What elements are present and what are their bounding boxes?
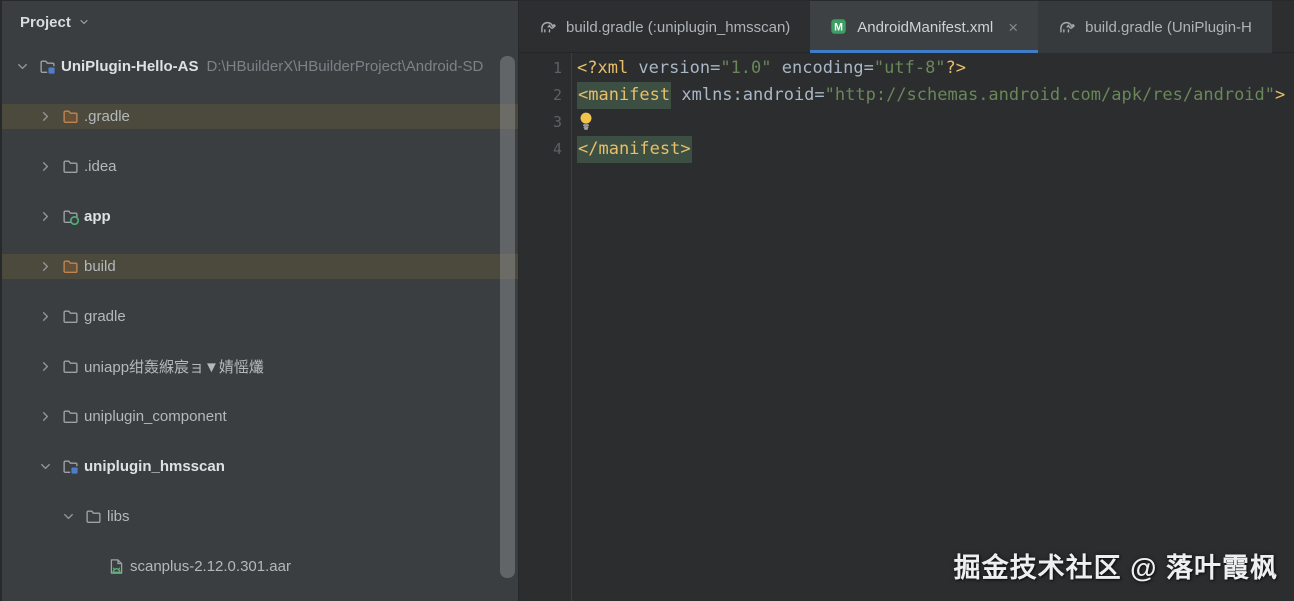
line-number: 3 bbox=[552, 113, 562, 131]
code-segment: encoding bbox=[771, 58, 864, 78]
chevron-right-icon[interactable] bbox=[38, 109, 60, 125]
project-view-label: Project bbox=[20, 13, 71, 31]
editor-tab-build-gradle-uniplugin-h[interactable]: build.gradle (UniPlugin-H bbox=[1038, 1, 1272, 53]
tree-row-libs[interactable]: libs bbox=[2, 504, 518, 529]
tree-item-label: uniplugin_hmsscan bbox=[84, 458, 225, 475]
aar-file-icon bbox=[106, 558, 126, 576]
gradle-file-icon bbox=[1058, 18, 1076, 36]
chevron-right-icon[interactable] bbox=[38, 159, 60, 175]
editor-tab-androidmanifest-xml[interactable]: M AndroidManifest.xml × bbox=[810, 1, 1039, 53]
manifest-file-icon: M bbox=[830, 18, 848, 36]
tree-item-label: build bbox=[84, 258, 116, 275]
tree-row-uniplugin-hmsscan[interactable]: uniplugin_hmsscan bbox=[2, 454, 518, 479]
chevron-right-icon[interactable] bbox=[38, 259, 60, 275]
tree-item-label: gradle bbox=[84, 308, 126, 325]
tree-row-scanplus-2-12-0-301-aar[interactable]: scanplus-2.12.0.301.aar bbox=[2, 554, 518, 579]
chevron-down-icon bbox=[80, 19, 88, 25]
code-line-4: </manifest> bbox=[577, 136, 692, 163]
line-number: 1 bbox=[552, 59, 562, 77]
code-surface[interactable]: <?xml version="1.0" encoding="utf-8"?> <m… bbox=[577, 53, 1294, 601]
folder-icon bbox=[60, 308, 80, 326]
chevron-down-icon[interactable] bbox=[61, 509, 83, 525]
tree-row-idea[interactable]: .idea bbox=[2, 154, 518, 179]
tree-row-uniapp[interactable]: uniapp绀轰緥宸ョ▼婧愮爜 bbox=[2, 354, 518, 379]
tree-row-uniplugin-component[interactable]: uniplugin_component bbox=[2, 404, 518, 429]
tree-item-label: scanplus-2.12.0.301.aar bbox=[130, 558, 291, 575]
code-segment: "utf-8" bbox=[873, 58, 946, 78]
project-path-suffix: D:\HBuilderX\HBuilderProject\Android-SD bbox=[206, 58, 484, 75]
code-segment: = bbox=[814, 85, 825, 105]
tree-item-label: .idea bbox=[84, 158, 117, 175]
folder-icon bbox=[60, 158, 80, 176]
chevron-right-icon[interactable] bbox=[38, 409, 60, 425]
module-folder-icon bbox=[60, 458, 80, 476]
tree-item-label: libs bbox=[107, 508, 130, 525]
editor-gutter: 1 2 3 4 bbox=[519, 53, 572, 601]
code-segment: "http://schemas.android.com/apk/res/andr… bbox=[824, 85, 1276, 105]
gradle-file-icon bbox=[539, 18, 557, 36]
code-segment: = bbox=[710, 58, 721, 78]
tab-label: build.gradle (UniPlugin-H bbox=[1085, 18, 1252, 36]
folder-icon bbox=[60, 408, 80, 426]
code-segment: <?xml bbox=[577, 58, 629, 78]
tree-row-build[interactable]: build bbox=[2, 254, 518, 279]
close-icon[interactable]: × bbox=[1008, 19, 1018, 36]
tree-row-uniplugin-hello-as[interactable]: UniPlugin-Hello-AS D:\HBuilderX\HBuilderP… bbox=[2, 54, 518, 79]
ide-window: Project UniPlugin-Hello-AS D:\HBuilderX\H… bbox=[0, 0, 1294, 601]
code-segment: xmlns:android bbox=[671, 85, 815, 105]
code-editor[interactable]: 1234 <?xml version="1.0" encoding="utf-8… bbox=[519, 53, 1294, 601]
code-line-2: <manifest xmlns:android="http://schemas.… bbox=[577, 82, 1285, 109]
tree-item-label: uniplugin_component bbox=[84, 408, 227, 425]
folder-brown-icon bbox=[60, 258, 80, 276]
folder-icon bbox=[60, 358, 80, 376]
code-segment: <manifest bbox=[577, 82, 672, 109]
code-segment: > bbox=[1275, 85, 1286, 105]
tree-item-label: .gradle bbox=[84, 108, 130, 125]
line-number: 2 bbox=[552, 86, 562, 104]
project-view-dropdown[interactable]: Project bbox=[2, 1, 518, 43]
tree-row-gradle[interactable]: .gradle bbox=[2, 104, 518, 129]
project-panel: Project UniPlugin-Hello-AS D:\HBuilderX\H… bbox=[2, 1, 519, 601]
code-segment: ?> bbox=[945, 58, 967, 78]
tree-item-label: uniapp绀轰緥宸ョ▼婧愮爜 bbox=[84, 359, 264, 376]
folder-brown-icon bbox=[60, 108, 80, 126]
intention-bulb-icon[interactable] bbox=[577, 111, 595, 139]
tree-item-label: app bbox=[84, 208, 111, 225]
code-line-1: <?xml version="1.0" encoding="utf-8"?> bbox=[577, 55, 966, 82]
code-line-3 bbox=[577, 109, 595, 136]
chevron-right-icon[interactable] bbox=[38, 309, 60, 325]
code-segment: </manifest> bbox=[577, 136, 692, 163]
tab-label: build.gradle (:uniplugin_hmsscan) bbox=[566, 18, 791, 36]
tree-item-label: UniPlugin-Hello-AS bbox=[61, 58, 199, 75]
chevron-right-icon[interactable] bbox=[38, 359, 60, 375]
project-folder-icon bbox=[37, 58, 57, 76]
editor-area: build.gradle (:uniplugin_hmsscan) M Androi… bbox=[519, 1, 1294, 601]
module-app-folder-icon bbox=[60, 208, 80, 226]
editor-tab-bar: build.gradle (:uniplugin_hmsscan) M Androi… bbox=[519, 1, 1294, 53]
folder-icon bbox=[83, 508, 103, 526]
code-segment: = bbox=[863, 58, 874, 78]
tree-row-app[interactable]: app bbox=[2, 204, 518, 229]
chevron-down-icon[interactable] bbox=[38, 459, 60, 475]
line-number: 4 bbox=[552, 140, 562, 158]
chevron-right-icon[interactable] bbox=[38, 209, 60, 225]
project-tree-scrollbar[interactable] bbox=[500, 56, 515, 578]
watermark-text: 掘金技术社区 @ 落叶霞枫 bbox=[953, 553, 1278, 583]
tab-label: AndroidManifest.xml bbox=[857, 18, 994, 36]
tree-row-gradle[interactable]: gradle bbox=[2, 304, 518, 329]
project-tree: UniPlugin-Hello-AS D:\HBuilderX\HBuilderP… bbox=[2, 54, 518, 601]
editor-tab-build-gradle-uniplugin-hmsscan[interactable]: build.gradle (:uniplugin_hmsscan) bbox=[519, 1, 810, 53]
code-segment: "1.0" bbox=[720, 58, 772, 78]
chevron-down-icon[interactable] bbox=[15, 59, 37, 75]
code-segment: version bbox=[628, 58, 711, 78]
svg-text:M: M bbox=[834, 21, 843, 33]
